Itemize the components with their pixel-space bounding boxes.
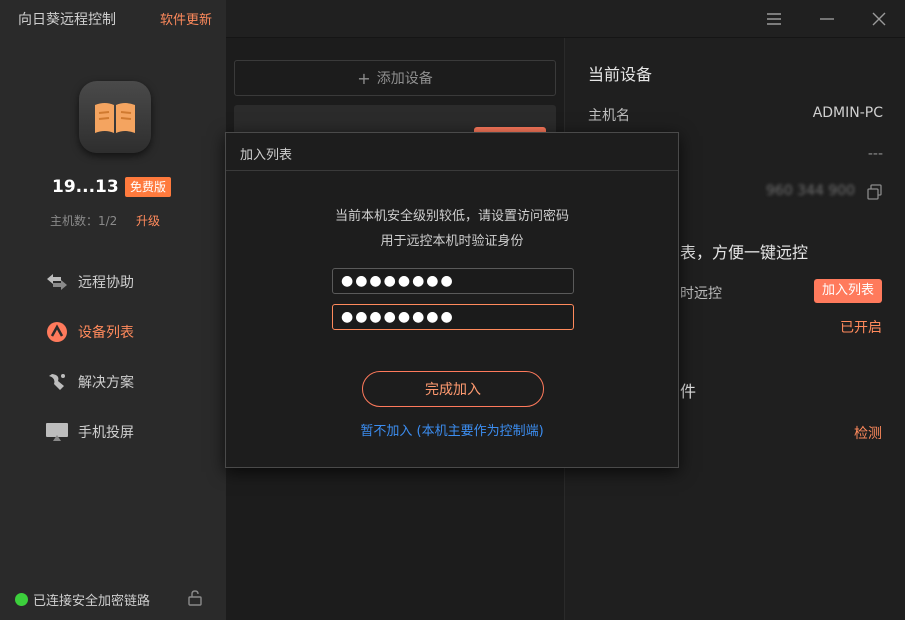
device-id: 19...13 [52, 177, 119, 197]
placeholder-value: --- [867, 146, 883, 162]
lock-icon[interactable] [187, 590, 203, 606]
dialog-title: 加入列表 [226, 133, 678, 171]
nav-item-screen-cast[interactable]: 手机投屏 [44, 421, 134, 443]
hostname-label: 主机名 [588, 108, 630, 124]
add-device-button[interactable]: + 添加设备 [234, 60, 556, 96]
software-update-link[interactable]: 软件更新 [160, 9, 212, 28]
current-device-title: 当前设备 [588, 65, 653, 84]
close-icon[interactable] [868, 8, 890, 30]
add-device-label: 添加设备 [376, 71, 433, 87]
device-code-blurred: 960 344 900 [766, 183, 856, 199]
remote-assist-icon [44, 271, 70, 293]
copy-icon[interactable] [867, 184, 883, 200]
nav-item-device-list[interactable]: 设备列表 [44, 321, 134, 343]
nav-item-solution[interactable]: 解决方案 [44, 371, 134, 393]
dialog-message-line1: 当前本机安全级别较低，请设置访问密码 [334, 209, 569, 224]
join-list-button[interactable]: 加入列表 [813, 279, 882, 303]
nav-label: 解决方案 [78, 375, 134, 391]
solution-icon [44, 371, 70, 393]
nav-item-remote-assist[interactable]: 远程协助 [44, 271, 134, 293]
enabled-status: 已开启 [840, 320, 882, 336]
book-icon [95, 103, 135, 133]
screen-cast-icon [44, 421, 70, 443]
app-logo [79, 81, 151, 153]
nav-label: 手机投屏 [78, 425, 134, 441]
hostname-value: ADMIN-PC [812, 105, 883, 121]
online-dot-icon [15, 593, 28, 606]
nav-label: 远程协助 [78, 275, 134, 291]
finish-join-button[interactable]: 完成加入 [362, 371, 544, 407]
remote-control-label: 时远控 [680, 286, 722, 302]
app-title: 向日葵远程控制 [18, 12, 116, 28]
nav-label: 设备列表 [78, 325, 134, 341]
plus-icon: + [357, 68, 371, 88]
join-list-dialog: 加入列表 当前本机安全级别较低，请设置访问密码 用于远控本机时验证身份 ●●●●… [225, 132, 679, 468]
connection-status: 已连接安全加密链路 [15, 590, 150, 609]
dialog-message-line2: 用于远控本机时验证身份 [380, 234, 524, 249]
detect-link[interactable]: 检测 [854, 423, 882, 443]
host-count: 主机数：1/2 [50, 214, 118, 228]
menu-icon[interactable] [763, 8, 785, 30]
minimize-icon[interactable] [816, 8, 838, 30]
title-bar [226, 0, 905, 38]
device-list-icon [44, 321, 70, 343]
sidebar: 向日葵远程控制 软件更新 19...13 免费版 主机数：1/2 升级 远程协助… [0, 0, 226, 620]
device-card[interactable] [234, 105, 556, 135]
status-text: 已连接安全加密链路 [33, 594, 151, 609]
list-section-heading: 表，方便一键远控 [680, 243, 809, 262]
plan-badge: 免费版 [125, 177, 172, 197]
password-input[interactable]: ●●●●●●●● [332, 268, 574, 294]
component-section-heading: 件 [680, 382, 697, 401]
skip-join-link[interactable]: 暂不加入 (本机主要作为控制端) [226, 420, 678, 439]
upgrade-link[interactable]: 升级 [136, 212, 160, 229]
confirm-password-input[interactable]: ●●●●●●●● [332, 304, 574, 330]
